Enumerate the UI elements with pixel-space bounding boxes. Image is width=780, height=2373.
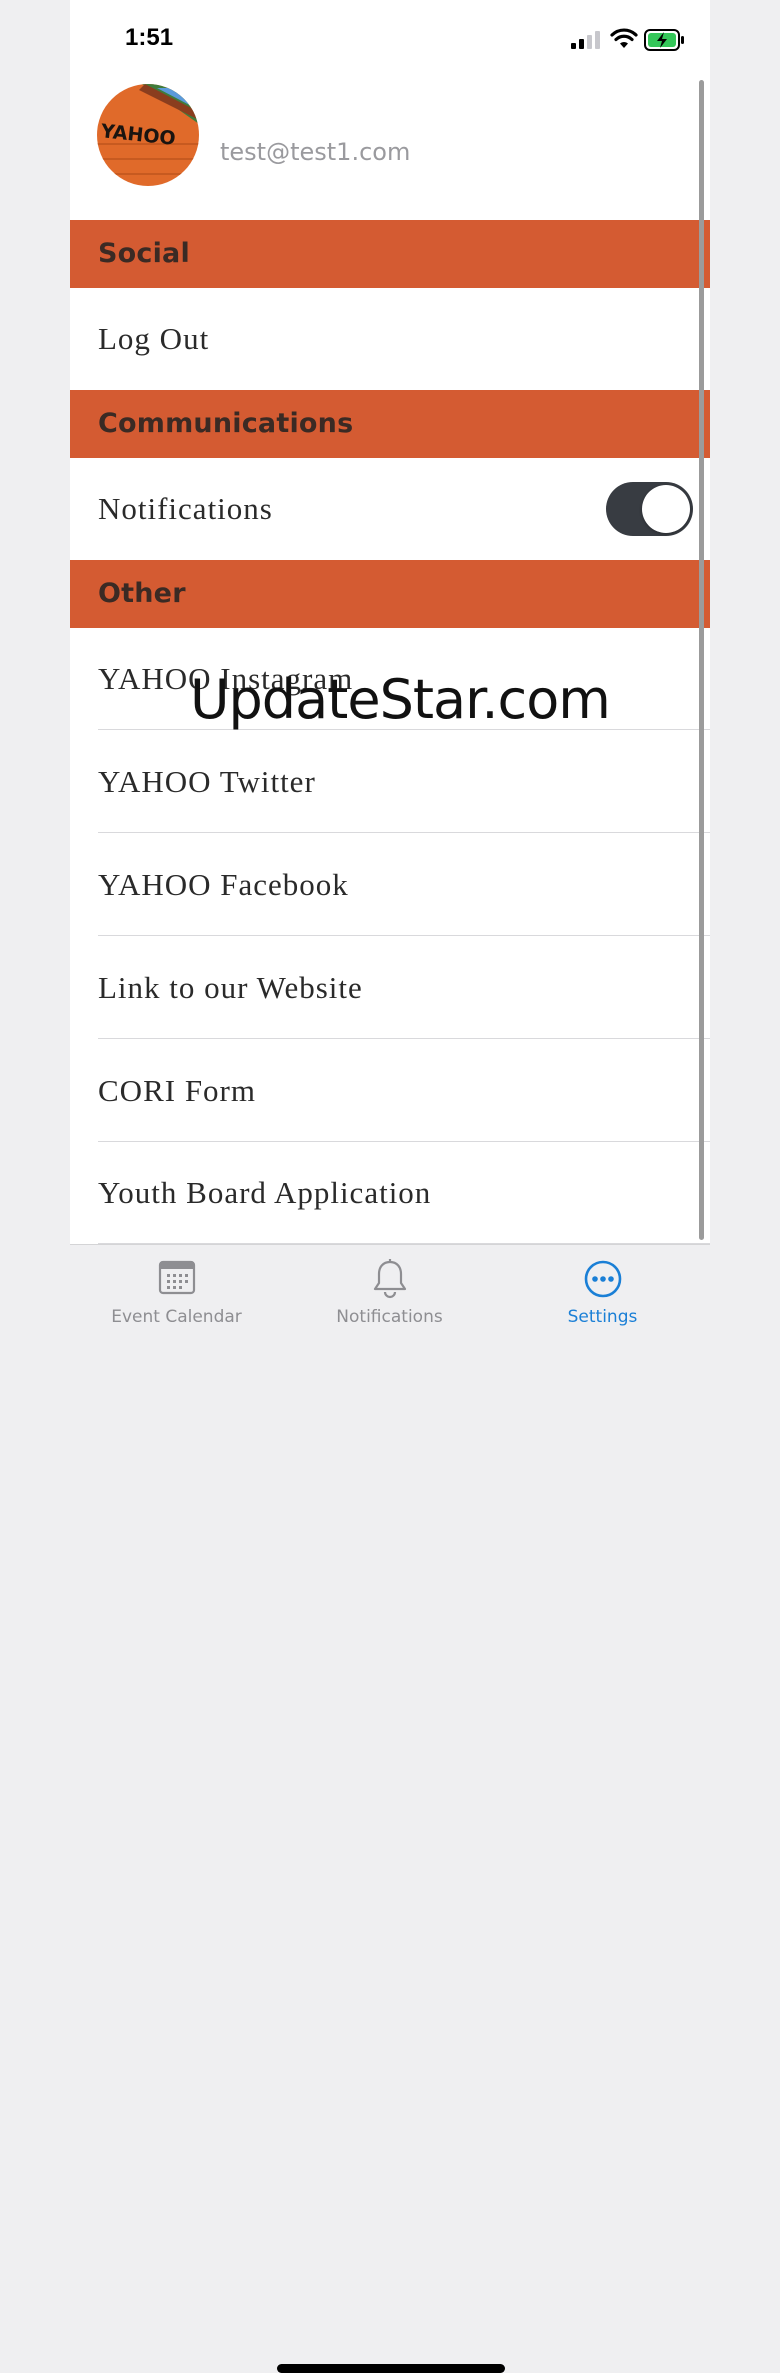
- list-item-label: CORI Form: [98, 1073, 256, 1108]
- logout-label: Log Out: [98, 321, 210, 356]
- list-item-youth-board[interactable]: Youth Board Application: [70, 1142, 710, 1244]
- section-title: Communications: [98, 408, 354, 439]
- tab-label: Notifications: [336, 1307, 443, 1327]
- toggle-knob: [642, 485, 690, 533]
- list-item-cori-form[interactable]: CORI Form: [70, 1040, 710, 1142]
- avatar-image: YAHOO: [97, 84, 199, 186]
- wifi-icon: [610, 28, 638, 48]
- tab-event-calendar[interactable]: Event Calendar: [70, 1245, 283, 1345]
- section-title: Social: [98, 238, 190, 269]
- settings-list[interactable]: YAHOO test@test1.com Social Log Out Comm…: [70, 80, 710, 1244]
- more-icon: [584, 1260, 621, 1298]
- avatar[interactable]: YAHOO: [97, 84, 199, 186]
- phone-screen: 1:51 YAHOO test@test1.com Social Log Out…: [70, 0, 710, 2373]
- list-item-twitter[interactable]: YAHOO Twitter: [70, 731, 710, 833]
- tab-label: Event Calendar: [111, 1307, 242, 1327]
- list-item-facebook[interactable]: YAHOO Facebook: [70, 834, 710, 936]
- list-item-label: YAHOO Twitter: [98, 764, 316, 799]
- status-bar: 1:51: [70, 0, 710, 80]
- tab-label: Settings: [567, 1307, 638, 1327]
- profile-header: YAHOO test@test1.com: [70, 80, 710, 220]
- list-item-instagram[interactable]: YAHOO Instagram: [70, 628, 710, 730]
- list-item-label: YAHOO Facebook: [98, 867, 349, 902]
- section-header-other: Other: [70, 560, 710, 628]
- home-indicator[interactable]: [277, 2364, 505, 2373]
- notifications-label: Notifications: [98, 491, 273, 526]
- list-item-website[interactable]: Link to our Website: [70, 937, 710, 1039]
- section-title: Other: [98, 578, 186, 609]
- cellular-signal-icon: [571, 31, 600, 49]
- user-email: test@test1.com: [220, 138, 411, 166]
- section-header-social: Social: [70, 220, 710, 288]
- status-time: 1:51: [125, 24, 174, 51]
- tab-settings[interactable]: Settings: [496, 1245, 709, 1345]
- logout-row[interactable]: Log Out: [70, 288, 710, 390]
- notifications-row: Notifications: [70, 458, 710, 560]
- notifications-toggle[interactable]: [606, 482, 693, 536]
- battery-charging-icon: [644, 29, 684, 51]
- list-item-label: YAHOO Instagram: [98, 661, 354, 696]
- calendar-icon: [158, 1260, 195, 1295]
- section-header-communications: Communications: [70, 390, 710, 458]
- scrollbar[interactable]: [699, 80, 704, 1240]
- tab-bar: Event Calendar Notifications Settings: [70, 1244, 710, 2373]
- tab-notifications[interactable]: Notifications: [283, 1245, 496, 1345]
- list-item-label: Youth Board Application: [98, 1175, 432, 1210]
- bell-icon: [373, 1259, 406, 1299]
- list-item-label: Link to our Website: [98, 970, 363, 1005]
